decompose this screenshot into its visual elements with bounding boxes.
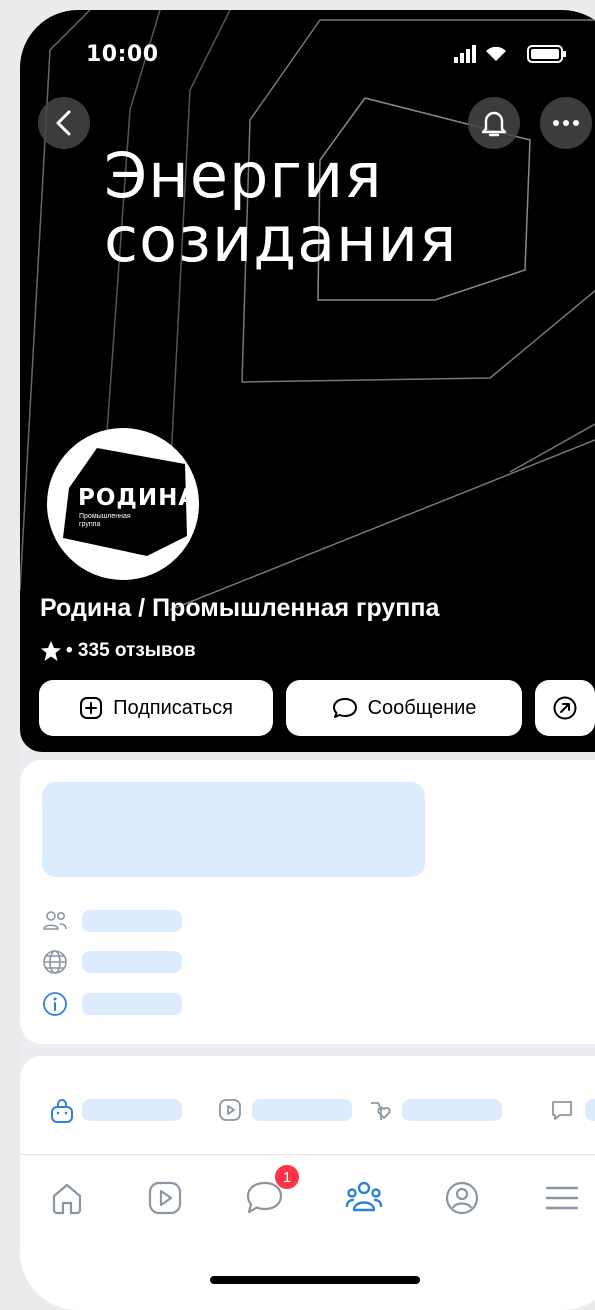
more-button[interactable] [540, 97, 592, 149]
community-name: Родина / Промышленная группа [40, 594, 440, 622]
arrow-up-right-circle-icon [553, 696, 577, 720]
tab-skeleton-charity[interactable] [402, 1099, 502, 1121]
chat-bubble-icon [332, 698, 357, 718]
heart-hand-icon[interactable] [368, 1098, 394, 1124]
tab-skeleton-shop[interactable] [82, 1099, 182, 1121]
profile-icon[interactable] [444, 1180, 480, 1216]
community-header: 10:00 Энергия созидания РОДИНА Промышлен… [20, 10, 595, 752]
status-time: 10:00 [86, 42, 159, 67]
share-button[interactable] [535, 680, 595, 736]
star-icon [41, 641, 61, 661]
signal-icon [454, 57, 458, 63]
shop-bag-icon[interactable] [50, 1098, 74, 1124]
video-icon[interactable] [218, 1098, 242, 1122]
logo-subtitle: Промышленная группа [79, 513, 131, 528]
details-skeleton [82, 993, 182, 1015]
message-button[interactable]: Сообщение [286, 680, 522, 736]
wifi-icon [486, 46, 506, 61]
comment-icon[interactable] [550, 1098, 574, 1122]
subscribe-label: Подписаться [113, 696, 233, 719]
video-tab-icon[interactable] [147, 1180, 183, 1216]
phone-screen: 10:00 Энергия созидания РОДИНА Промышлен… [20, 10, 595, 1310]
logo-name: РОДИНА [78, 485, 198, 511]
plus-square-icon [80, 697, 103, 719]
subscribe-button[interactable]: Подписаться [39, 680, 273, 736]
bottom-tab-bar [20, 1154, 595, 1310]
description-skeleton [42, 782, 425, 877]
bell-icon [481, 111, 507, 137]
info-icon [43, 992, 67, 1016]
communities-icon[interactable] [344, 1180, 384, 1216]
cover-title: Энергия созидания [104, 139, 458, 276]
info-card [20, 760, 595, 1044]
back-button[interactable] [38, 97, 90, 149]
members-skeleton [82, 910, 182, 932]
status-icons [454, 45, 566, 63]
more-dots-icon [553, 120, 579, 126]
messages-badge: 1 [275, 1165, 299, 1189]
message-label: Сообщение [367, 696, 477, 719]
globe-icon [43, 950, 67, 974]
chevron-left-icon [56, 110, 71, 136]
members-icon [43, 911, 67, 930]
reviews-count: • 335 отзывов [66, 640, 196, 661]
home-icon[interactable] [49, 1180, 85, 1216]
tab-skeleton-video[interactable] [252, 1099, 352, 1121]
website-skeleton [82, 951, 182, 973]
menu-icon[interactable] [544, 1180, 580, 1216]
notifications-button[interactable] [468, 97, 520, 149]
rating-row[interactable]: • 335 отзывов [40, 640, 196, 662]
home-indicator[interactable] [210, 1276, 420, 1284]
tab-skeleton-discussions[interactable] [585, 1099, 595, 1121]
